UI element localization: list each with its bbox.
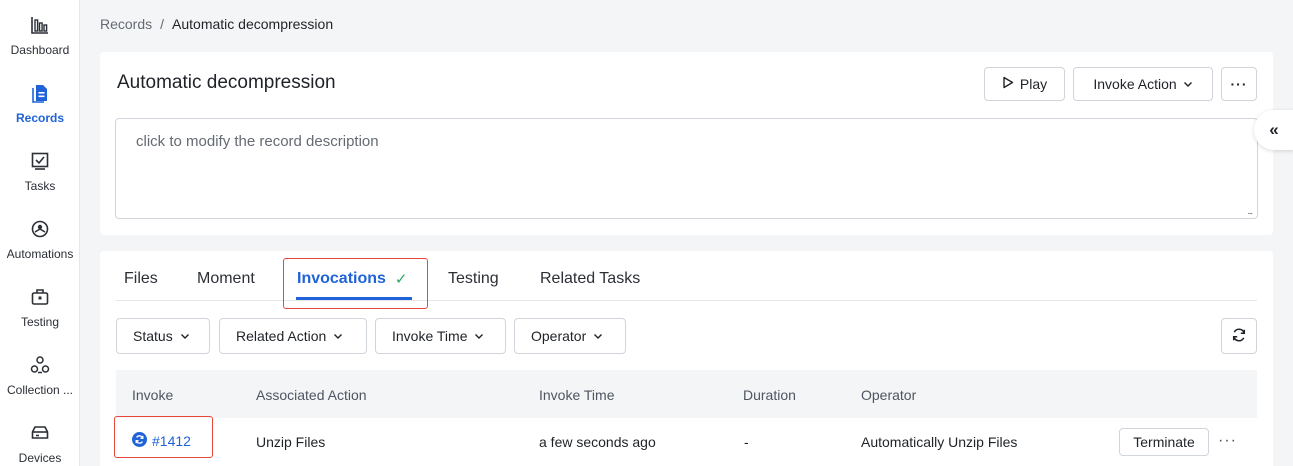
play-button[interactable]: Play [984,67,1065,101]
play-button-label: Play [1019,76,1048,92]
table-row: #1412 Unzip Files a few seconds ago - Au… [116,418,1257,466]
invocations-card: Files Moment Invocations ✓ Testing Relat… [100,251,1273,466]
more-options-button[interactable]: ··· [1221,67,1257,101]
testing-icon [29,286,51,308]
resize-handle[interactable]: ... [1247,206,1252,216]
sidebar-item-collection[interactable]: Collection ... [0,354,80,414]
refresh-icon [1231,327,1247,346]
duration-cell: - [744,434,749,450]
sync-status-icon [132,432,147,450]
breadcrumb-separator: / [160,16,165,32]
column-header-operator: Operator [861,387,917,403]
terminate-button[interactable]: Terminate [1119,428,1209,456]
sidebar-item-label: Automations [6,247,74,261]
automations-icon [29,218,51,240]
invocation-link[interactable]: #1412 [132,432,191,450]
breadcrumb: Records / Automatic decompression [100,16,333,32]
sidebar-item-label: Testing [20,315,60,329]
record-header-card: Automatic decompression Play Invoke Acti… [100,52,1273,235]
associated-action-cell: Unzip Files [256,434,326,450]
sidebar-item-label: Tasks [24,179,56,193]
invocation-id: #1412 [152,433,191,449]
filter-label: Operator [531,328,587,344]
sidebar-item-label: Collection ... [6,383,74,397]
filter-label: Related Action [236,328,327,344]
invoke-action-label: Invoke Action [1093,76,1177,92]
filter-label: Status [133,328,173,344]
chevron-down-icon [593,328,603,344]
sidebar-item-records[interactable]: Records [0,82,80,142]
chevron-down-icon [1183,76,1193,92]
sidebar-item-label: Records [15,111,65,125]
record-description-input[interactable] [115,118,1258,219]
invoke-action-button[interactable]: Invoke Action [1073,67,1213,101]
collection-icon [29,354,51,376]
invoke-time-filter[interactable]: Invoke Time [375,318,506,354]
sidebar-item-label: Dashboard [10,43,70,57]
chevron-down-icon [180,328,190,344]
tab-related-tasks[interactable]: Related Tasks [540,270,640,288]
sidebar-item-automations[interactable]: Automations [0,218,80,278]
devices-icon [29,422,51,444]
sidebar-item-dashboard[interactable]: Dashboard [0,14,80,74]
breadcrumb-current: Automatic decompression [172,16,334,32]
tab-files[interactable]: Files [124,270,158,288]
records-icon [29,82,51,104]
status-filter[interactable]: Status [116,318,210,354]
sidebar-item-tasks[interactable]: Tasks [0,150,80,210]
column-header-associated-action: Associated Action [256,387,367,403]
breadcrumb-parent-link[interactable]: Records [100,16,152,32]
table-header: Invoke Associated Action Invoke Time Dur… [116,370,1257,418]
play-icon [1002,76,1014,92]
filter-label: Invoke Time [392,328,468,344]
invoke-time-cell: a few seconds ago [539,434,656,450]
column-header-invoke-time: Invoke Time [539,387,615,403]
tab-moment[interactable]: Moment [197,270,255,288]
page-title: Automatic decompression [117,72,336,93]
column-header-duration: Duration [743,387,796,403]
check-icon: ✓ [394,271,408,288]
chevron-down-icon [333,328,343,344]
related-action-filter[interactable]: Related Action [219,318,367,354]
tab-invocations[interactable]: Invocations ✓ [297,270,407,288]
column-header-invoke: Invoke [132,387,174,403]
tasks-icon [29,150,51,172]
active-tab-indicator [296,297,412,300]
double-chevron-left-icon: « [1269,120,1279,139]
refresh-button[interactable] [1221,318,1257,354]
sidebar-item-label: Devices [18,451,62,465]
operator-filter[interactable]: Operator [514,318,626,354]
tab-testing[interactable]: Testing [448,270,499,288]
sidebar: Dashboard Records Tasks Automations Test… [0,0,80,466]
row-more-options-button[interactable]: ··· [1218,432,1237,450]
dashboard-icon [29,14,51,36]
tab-label: Invocations [297,270,386,287]
chevron-down-icon [474,328,484,344]
collapse-panel-button[interactable]: « [1254,110,1293,150]
sidebar-item-devices[interactable]: Devices [0,422,80,466]
sidebar-item-testing[interactable]: Testing [0,286,80,346]
tab-bar: Files Moment Invocations ✓ Testing Relat… [116,251,1257,301]
operator-cell: Automatically Unzip Files [861,434,1018,450]
